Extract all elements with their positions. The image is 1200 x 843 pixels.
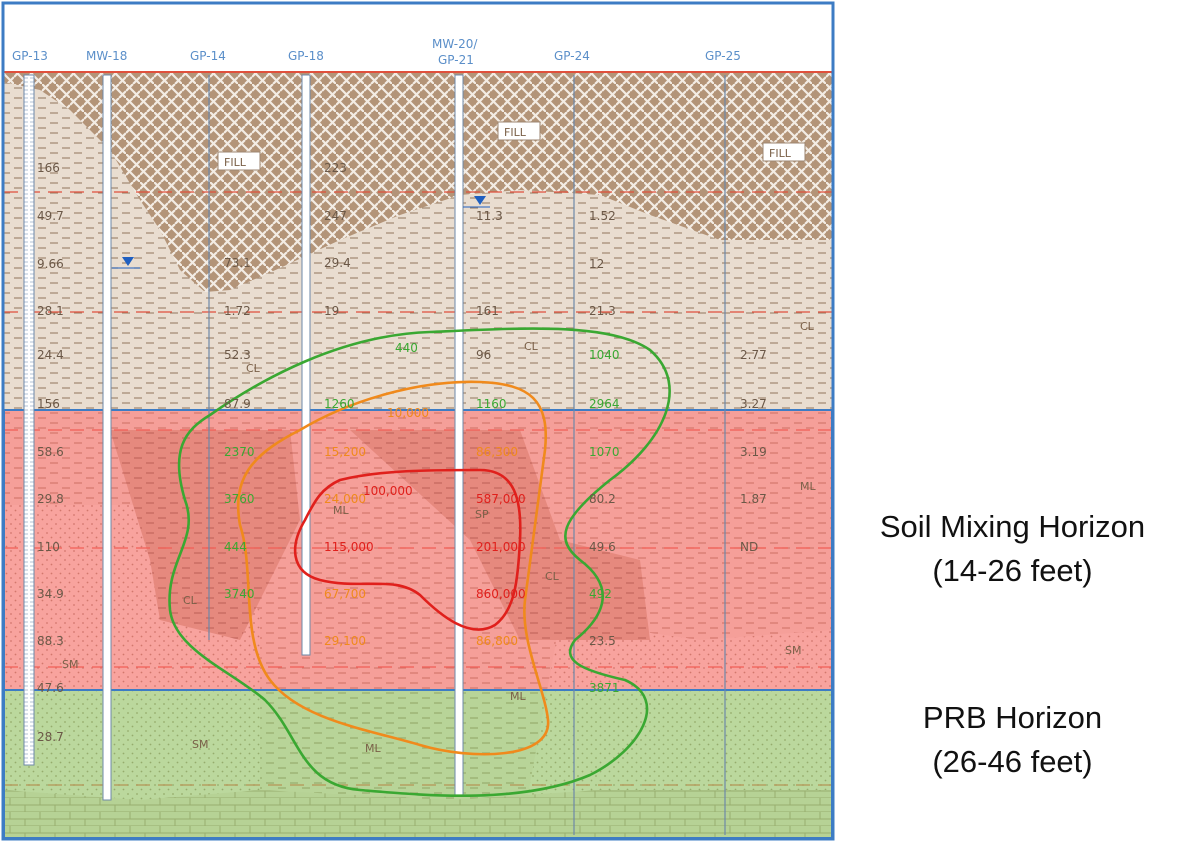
concentration-value-mw20: 860,000 <box>476 587 526 601</box>
concentration-value-gp13: 166 <box>37 161 60 175</box>
boring-mw18-column <box>102 74 112 801</box>
concentration-value-gp13: 156 <box>37 397 60 411</box>
concentration-value-gp14: 3740 <box>224 587 255 601</box>
sm-label: SM <box>192 738 208 751</box>
soil-mixing-title: Soil Mixing Horizon <box>879 509 1146 544</box>
boring-gp18-column <box>301 74 311 656</box>
concentration-value-gp24: 12 <box>589 257 604 271</box>
concentration-value-gp14: 3760 <box>224 492 255 506</box>
concentration-value-mw20: 201,000 <box>476 540 526 554</box>
concentration-value-mw20: 96 <box>476 348 491 362</box>
boring-label-gp21: GP-21 <box>438 53 474 67</box>
prb-horizon-band <box>3 689 833 839</box>
boring-mw20-column <box>454 74 464 796</box>
concentration-value-gp13: 29.8 <box>37 492 64 506</box>
concentration-value-mw20: 587,000 <box>476 492 526 506</box>
concentration-value-gp18: 223 <box>324 161 347 175</box>
boring-label-gp18: GP-18 <box>288 49 324 63</box>
concentration-value-gp24: 1.52 <box>589 209 616 223</box>
cl-label: CL <box>524 340 539 353</box>
concentration-value-gp18: 1260 <box>324 397 355 411</box>
soil-mixing-horizon-label: Soil Mixing Horizon (14-26 feet) <box>840 505 1185 593</box>
concentration-value-gp25: 3.27 <box>740 397 767 411</box>
concentration-value-gp13: 28.1 <box>37 304 64 318</box>
concentration-value-gp24: 492 <box>589 587 612 601</box>
concentration-value-gp18: 115,000 <box>324 540 374 554</box>
concentration-value-gp24: 2964 <box>589 397 620 411</box>
soil-mixing-depth: (14-26 feet) <box>932 553 1093 588</box>
cl-label: CL <box>545 570 560 583</box>
ml-label: ML <box>510 690 526 703</box>
cl-label: CL <box>246 362 261 375</box>
concentration-value-gp24: 49.6 <box>589 540 616 554</box>
fill-label: FILL <box>769 147 792 160</box>
contour-label-440: 440 <box>395 341 418 355</box>
sm-label: SM <box>785 644 801 657</box>
concentration-value-gp24: 21.3 <box>589 304 616 318</box>
geologic-cross-section: 440 10,000 100,000 FILL FILL FILL CL CL … <box>1 1 835 841</box>
concentration-value-gp14: 1.72 <box>224 304 251 318</box>
concentration-value-mw20: 161 <box>476 304 499 318</box>
prb-depth: (26-46 feet) <box>932 744 1093 779</box>
concentration-value-mw20: 11.3 <box>476 209 503 223</box>
boring-label-mw18: MW-18 <box>86 49 127 63</box>
concentration-value-gp18: 29,100 <box>324 634 366 648</box>
boring-label-gp25: GP-25 <box>705 49 741 63</box>
prb-title: PRB Horizon <box>922 700 1103 735</box>
concentration-value-gp14: 52.3 <box>224 348 251 362</box>
concentration-value-gp18: 247 <box>324 209 347 223</box>
concentration-value-gp25: ND <box>740 540 758 554</box>
concentration-value-gp25: 3.19 <box>740 445 767 459</box>
concentration-value-gp18: 24,000 <box>324 492 366 506</box>
concentration-value-gp14: 87.9 <box>224 397 251 411</box>
boring-gp13-column <box>23 74 35 766</box>
sp-label: SP <box>475 508 489 521</box>
concentration-value-gp14: 2370 <box>224 445 255 459</box>
concentration-value-gp24: 1040 <box>589 348 620 362</box>
concentration-value-mw20: 86,300 <box>476 445 518 459</box>
concentration-value-gp18: 67,700 <box>324 587 366 601</box>
concentration-value-gp24: 3871 <box>589 681 620 695</box>
concentration-value-gp18: 29.4 <box>324 256 351 270</box>
concentration-value-gp13: 47.6 <box>37 681 64 695</box>
concentration-value-gp14: 444 <box>224 540 247 554</box>
concentration-value-gp18: 15,200 <box>324 445 366 459</box>
cl-label: CL <box>183 594 198 607</box>
concentration-value-gp25: 1.87 <box>740 492 767 506</box>
contour-label-10000: 10,000 <box>387 406 429 420</box>
fill-label: FILL <box>504 126 527 139</box>
soil-mixing-horizon-band <box>3 409 833 691</box>
concentration-value-gp18: 19 <box>324 304 339 318</box>
concentration-value-gp13: 9.66 <box>37 257 64 271</box>
sm-label: SM <box>62 658 78 671</box>
boring-label-gp14: GP-14 <box>190 49 226 63</box>
cl-label: CL <box>800 320 815 333</box>
concentration-value-gp13: 49.7 <box>37 209 64 223</box>
concentration-value-gp24: 23.5 <box>589 634 616 648</box>
ml-label: ML <box>365 742 381 755</box>
concentration-value-gp24: 1070 <box>589 445 620 459</box>
concentration-value-gp24: 80.2 <box>589 492 616 506</box>
concentration-value-gp25: 2.77 <box>740 348 767 362</box>
prb-horizon-label: PRB Horizon (26-46 feet) <box>840 696 1185 784</box>
concentration-value-gp13: 24.4 <box>37 348 64 362</box>
concentration-value-gp13: 88.3 <box>37 634 64 648</box>
boring-label-mw20: MW-20/ <box>432 37 478 51</box>
boring-label-gp24: GP-24 <box>554 49 590 63</box>
concentration-value-gp13: 58.6 <box>37 445 64 459</box>
concentration-value-mw20: 1160 <box>476 397 507 411</box>
concentration-value-gp14: 73.1 <box>224 256 251 270</box>
boring-label-gp13: GP-13 <box>12 49 48 63</box>
fill-label: FILL <box>224 156 247 169</box>
concentration-value-mw20: 86,800 <box>476 634 518 648</box>
concentration-value-gp13: 34.9 <box>37 587 64 601</box>
concentration-value-gp13: 28.7 <box>37 730 64 744</box>
ml-label: ML <box>800 480 816 493</box>
concentration-value-gp13: 110 <box>37 540 60 554</box>
